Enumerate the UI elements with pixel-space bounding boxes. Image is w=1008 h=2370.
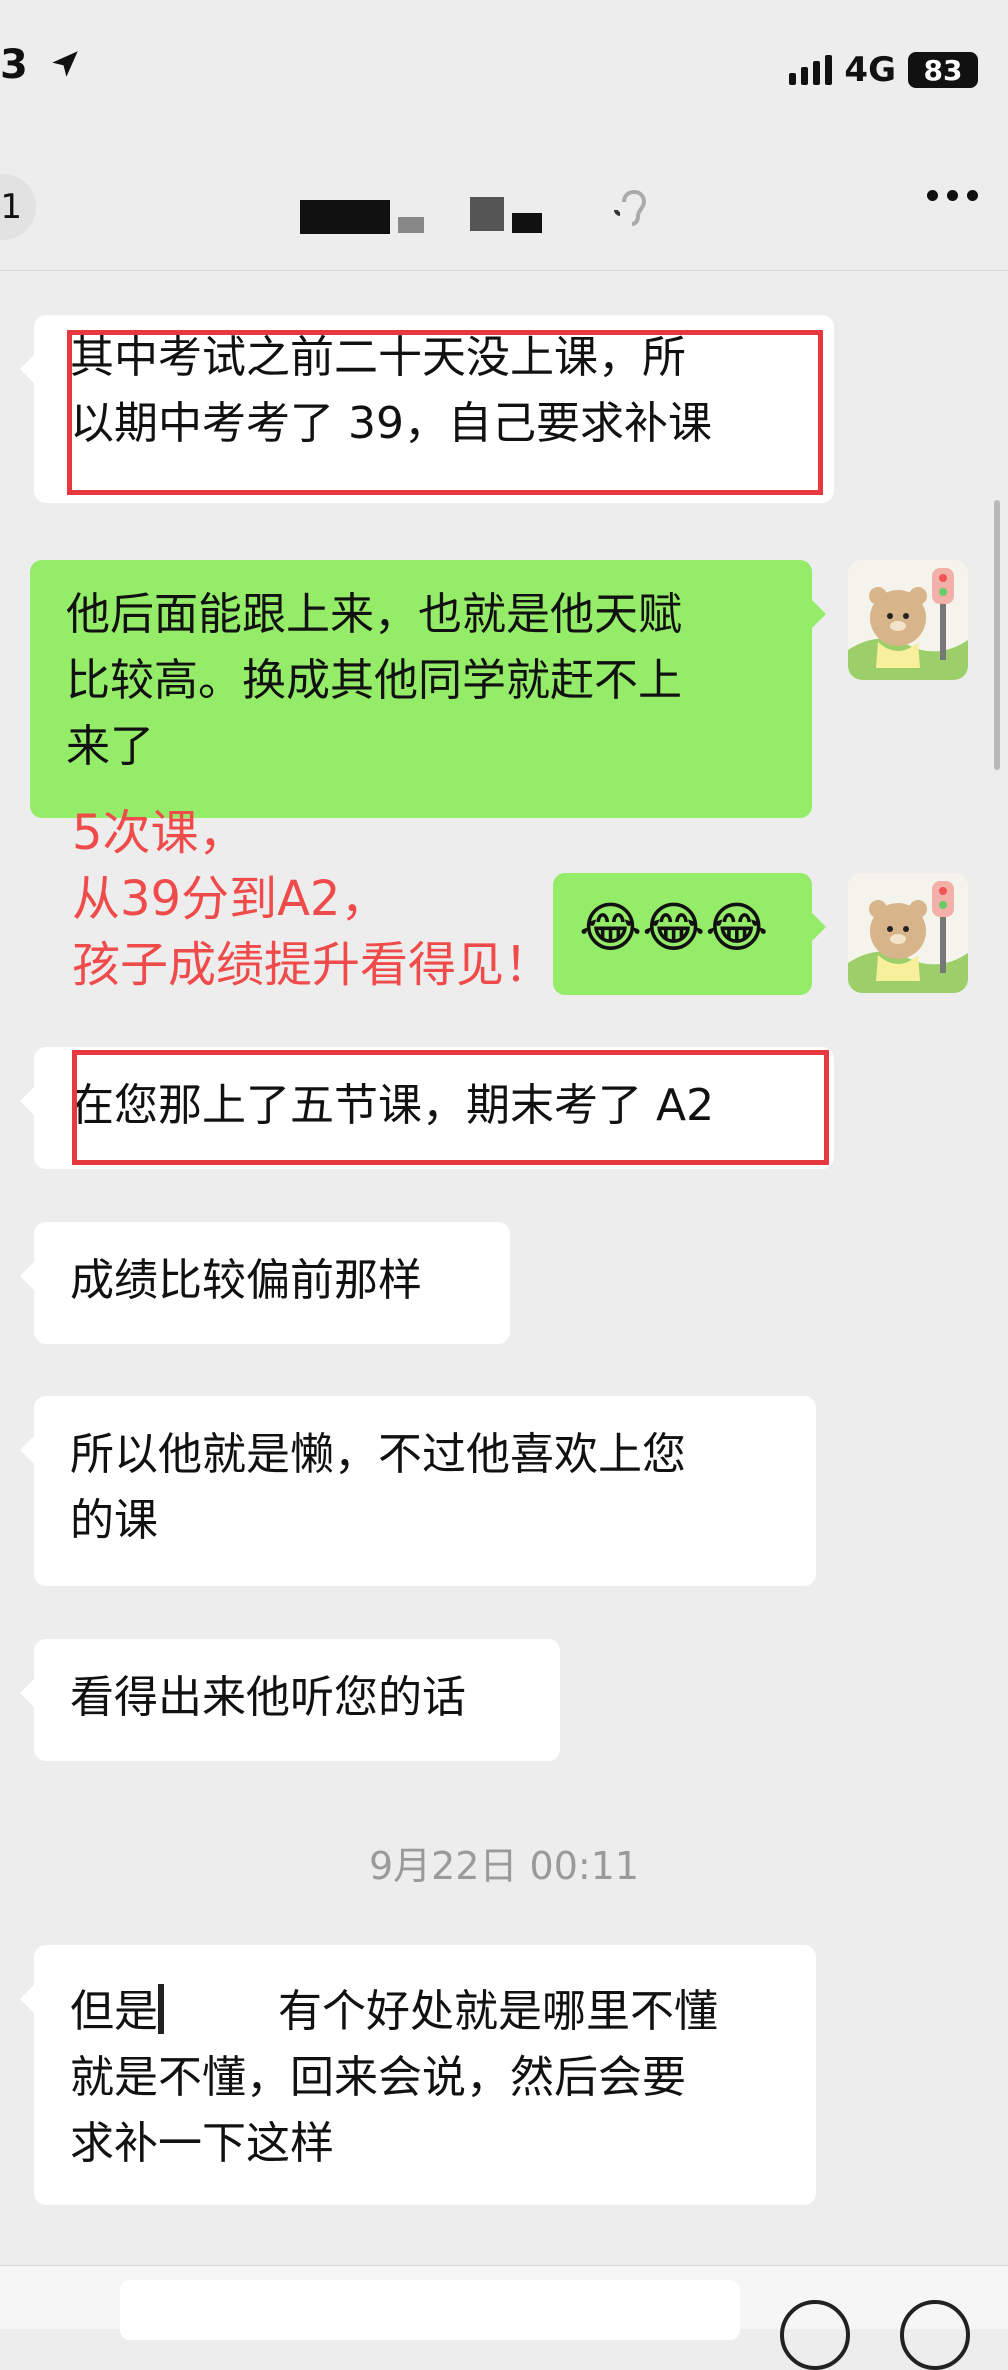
- network-label: 4G: [844, 50, 896, 90]
- emoji-button[interactable]: [780, 2300, 850, 2370]
- battery-level: 83: [923, 53, 963, 87]
- add-button[interactable]: [900, 2300, 970, 2370]
- chat-title: [300, 180, 656, 240]
- battery-icon: 83: [908, 52, 978, 88]
- signal-icon: [789, 55, 833, 85]
- message-line: 比较高。换成其他同学就赶不上: [66, 655, 682, 706]
- back-button[interactable]: 1: [0, 174, 36, 240]
- message-fragment: 但是: [70, 1986, 158, 2037]
- message-bubble-3[interactable]: 😂😂😂: [553, 873, 826, 995]
- message-text: 成绩比较偏前那样: [70, 1255, 422, 1306]
- message-fragment: 有个好处就是哪里不懂: [278, 1986, 718, 2037]
- status-indicators: 4G 83: [789, 50, 978, 90]
- chat-header: 1: [0, 150, 1008, 271]
- annotation-text: 5次课， 从39分到A2， 孩子成绩提升看得见！: [72, 800, 552, 998]
- message-bubble-2[interactable]: 他后面能跟上来，也就是他天赋 比较高。换成其他同学就赶不上 来了: [30, 560, 826, 818]
- highlight-box-2: [72, 1050, 829, 1165]
- message-line: 所以他就是懒，不过他喜欢上您: [70, 1429, 686, 1480]
- message-line: 但是 有个好处就是哪里不懂: [70, 1979, 780, 2045]
- timestamp: 9月22日 00:11: [368, 1844, 640, 1888]
- message-bubble-5[interactable]: 成绩比较偏前那样: [20, 1222, 510, 1344]
- avatar[interactable]: [848, 873, 968, 993]
- unread-count: 1: [0, 187, 22, 227]
- message-bubble-7[interactable]: 看得出来他听您的话: [20, 1639, 560, 1761]
- message-line: 来了: [66, 721, 154, 772]
- message-input[interactable]: [120, 2280, 740, 2340]
- status-time: 3: [0, 42, 82, 88]
- avatar[interactable]: [848, 560, 968, 680]
- message-line: 就是不懂，回来会说，然后会要: [70, 2052, 686, 2103]
- bear-avatar-icon: [848, 560, 968, 680]
- ear-icon: [614, 189, 647, 226]
- annotation-line: 孩子成绩提升看得见！: [72, 937, 553, 993]
- scrollbar[interactable]: [994, 500, 1000, 770]
- laughing-emoji: 😂😂😂: [579, 896, 769, 959]
- message-line: 的课: [70, 1495, 158, 1546]
- redaction: [158, 1984, 278, 2034]
- message-bubble-8[interactable]: 但是 有个好处就是哪里不懂 就是不懂，回来会说，然后会要 求补一下这样: [20, 1945, 816, 2205]
- location-arrow-icon: [52, 51, 78, 77]
- message-bubble-6[interactable]: 所以他就是懒，不过他喜欢上您 的课: [20, 1396, 816, 1586]
- annotation-line: 5次课，: [72, 805, 247, 861]
- message-line: 他后面能跟上来，也就是他天赋: [66, 589, 682, 640]
- highlight-box-1: [67, 330, 823, 495]
- message-line: 求补一下这样: [70, 2118, 334, 2169]
- annotation-line: 从39分到A2，: [72, 871, 389, 927]
- more-icon[interactable]: [927, 190, 978, 201]
- message-text: 看得出来他听您的话: [70, 1672, 466, 1723]
- bear-avatar-icon: [848, 873, 968, 993]
